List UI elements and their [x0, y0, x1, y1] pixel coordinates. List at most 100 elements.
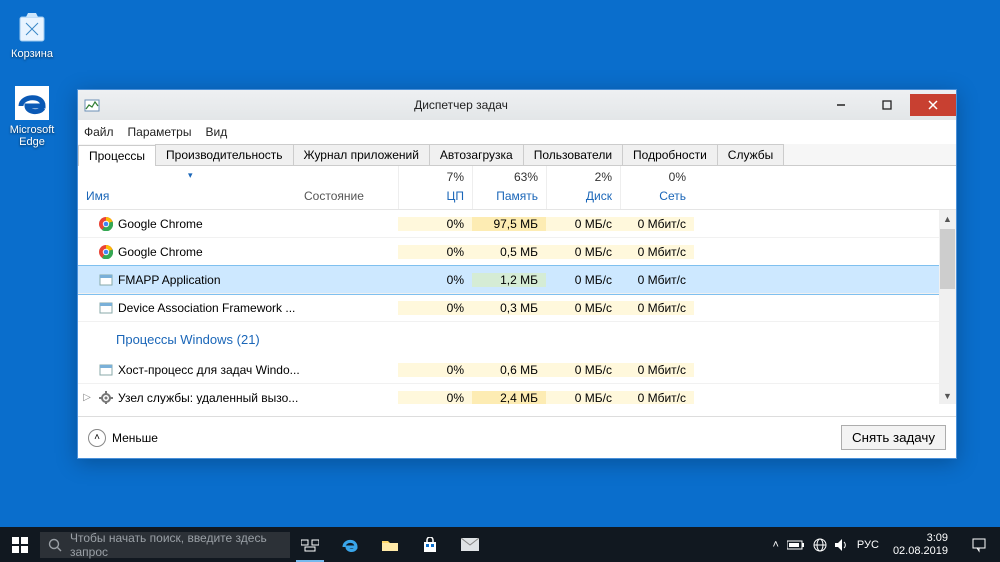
search-box[interactable]: Чтобы начать поиск, введите здесь запрос: [40, 532, 290, 558]
col-network[interactable]: 0% Сеть: [620, 166, 694, 209]
disk-cell: 0 МБ/с: [546, 301, 620, 315]
system-tray: ˄ РУС 3:09 02.08.2019: [772, 532, 1000, 556]
memory-cell: 2,4 МБ: [472, 391, 546, 405]
tab-app-history[interactable]: Журнал приложений: [293, 144, 430, 165]
taskbar-edge[interactable]: [330, 527, 370, 562]
app-icon: [96, 301, 116, 315]
tray-chevron-up-icon[interactable]: ˄: [772, 539, 778, 551]
scroll-up-icon[interactable]: ▲: [939, 210, 956, 227]
process-name: Хост-процесс для задач Windo...: [116, 363, 304, 377]
taskbar-mail[interactable]: [450, 527, 490, 562]
window-title: Диспетчер задач: [104, 98, 818, 112]
process-row[interactable]: Google Chrome 0%97,5 МБ0 МБ/с0 Мбит/с: [78, 210, 956, 238]
rows-container: Google Chrome0%97,5 МБ0 МБ/с0 Мбит/сGoog…: [78, 210, 956, 404]
vertical-scrollbar[interactable]: ▲ ▼: [939, 210, 956, 404]
tab-users[interactable]: Пользователи: [523, 144, 623, 165]
tab-startup[interactable]: Автозагрузка: [429, 144, 524, 165]
disk-cell: 0 МБ/с: [546, 217, 620, 231]
memory-cell: 97,5 МБ: [472, 217, 546, 231]
edge-icon: [13, 84, 51, 122]
disk-cell: 0 МБ/с: [546, 245, 620, 259]
memory-cell: 0,3 МБ: [472, 301, 546, 315]
maximize-button[interactable]: [864, 94, 910, 116]
chrome-icon: [96, 245, 116, 259]
tab-performance[interactable]: Производительность: [155, 144, 293, 165]
col-memory[interactable]: 63% Память: [472, 166, 546, 209]
group-label: Процессы Windows (21): [116, 332, 398, 347]
process-row[interactable]: FMAPP Application 0%1,2 МБ0 МБ/с0 Мбит/с: [78, 266, 956, 294]
cpu-cell: 0%: [398, 217, 472, 231]
chrome-icon: [96, 217, 116, 231]
menu-options[interactable]: Параметры: [128, 125, 192, 139]
process-row[interactable]: ▷ Узел службы: удаленный вызо... 0%2,4 МБ0…: [78, 384, 956, 404]
taskbar-store[interactable]: [410, 527, 450, 562]
disk-cell: 0 МБ/с: [546, 363, 620, 377]
process-row[interactable]: Хост-процесс для задач Windo...0%0,6 МБ0…: [78, 356, 956, 384]
chevron-up-icon: ˄: [88, 429, 106, 447]
memory-cell: 1,2 МБ: [472, 273, 546, 287]
col-name[interactable]: ▾ Имя: [78, 166, 304, 209]
network-cell: 0 Мбит/с: [620, 363, 694, 377]
tray-language[interactable]: РУС: [857, 539, 879, 551]
end-task-button[interactable]: Снять задачу: [841, 425, 946, 450]
process-grid: ▾ Имя Состояние 7% ЦП 63% Память 2% Диск…: [78, 166, 956, 404]
fewer-details-button[interactable]: ˄ Меньше: [88, 429, 158, 447]
menu-file[interactable]: Файл: [84, 125, 114, 139]
tray-clock[interactable]: 3:09 02.08.2019: [887, 532, 954, 556]
desktop-icon-label: Microsoft Edge: [4, 124, 60, 148]
search-icon: [48, 538, 62, 552]
col-cpu[interactable]: 7% ЦП: [398, 166, 472, 209]
group-header[interactable]: Процессы Windows (21): [78, 322, 956, 356]
process-name: FMAPP Application: [116, 273, 304, 287]
desktop-icon-label: Корзина: [4, 48, 60, 60]
menubar: Файл Параметры Вид: [78, 120, 956, 144]
network-cell: 0 Мбит/с: [620, 217, 694, 231]
tray-battery-icon[interactable]: [787, 540, 805, 550]
process-name: Google Chrome: [116, 217, 304, 231]
col-disk[interactable]: 2% Диск: [546, 166, 620, 209]
taskbar-file-explorer[interactable]: [370, 527, 410, 562]
tray-volume-icon[interactable]: [835, 539, 849, 551]
scroll-thumb[interactable]: [940, 229, 955, 289]
tabstrip: Процессы Производительность Журнал прило…: [78, 144, 956, 166]
network-cell: 0 Мбит/с: [620, 245, 694, 259]
tab-services[interactable]: Службы: [717, 144, 784, 165]
cpu-cell: 0%: [398, 363, 472, 377]
process-row[interactable]: Device Association Framework ...0%0,3 МБ…: [78, 294, 956, 322]
memory-cell: 0,6 МБ: [472, 363, 546, 377]
col-state[interactable]: Состояние: [304, 166, 398, 209]
disk-cell: 0 МБ/с: [546, 273, 620, 287]
process-name: Узел службы: удаленный вызо...: [116, 391, 304, 405]
tray-network-icon[interactable]: [813, 538, 827, 552]
sort-indicator-icon: ▾: [188, 170, 193, 181]
cpu-cell: 0%: [398, 245, 472, 259]
scroll-down-icon[interactable]: ▼: [939, 387, 956, 404]
cpu-cell: 0%: [398, 273, 472, 287]
process-row[interactable]: Google Chrome0%0,5 МБ0 МБ/с0 Мбит/с: [78, 238, 956, 266]
taskbar: Чтобы начать поиск, введите здесь запрос…: [0, 527, 1000, 562]
close-button[interactable]: [910, 94, 956, 116]
memory-cell: 0,5 МБ: [472, 245, 546, 259]
app-icon: [96, 363, 116, 377]
task-manager-icon: [84, 97, 104, 113]
tab-details[interactable]: Подробности: [622, 144, 718, 165]
tab-processes[interactable]: Процессы: [78, 145, 156, 166]
recycle-bin-icon: [13, 8, 51, 46]
window-footer: ˄ Меньше Снять задачу: [78, 416, 956, 458]
app-icon: [96, 273, 116, 287]
titlebar[interactable]: Диспетчер задач: [78, 90, 956, 120]
network-cell: 0 Мбит/с: [620, 273, 694, 287]
start-button[interactable]: [0, 527, 40, 562]
column-headers: ▾ Имя Состояние 7% ЦП 63% Память 2% Диск…: [78, 166, 956, 210]
desktop-icon-edge[interactable]: Microsoft Edge: [4, 84, 60, 148]
taskbar-task-view[interactable]: [290, 527, 330, 562]
process-name: Device Association Framework ...: [116, 301, 304, 315]
minimize-button[interactable]: [818, 94, 864, 116]
expander-icon[interactable]: ▷: [78, 392, 96, 403]
disk-cell: 0 МБ/с: [546, 391, 620, 405]
task-manager-window: Диспетчер задач Файл Параметры Вид Проце…: [77, 89, 957, 459]
cpu-cell: 0%: [398, 391, 472, 405]
tray-notifications-icon[interactable]: [962, 537, 996, 553]
menu-view[interactable]: Вид: [205, 125, 227, 139]
desktop-icon-recycle-bin[interactable]: Корзина: [4, 8, 60, 60]
